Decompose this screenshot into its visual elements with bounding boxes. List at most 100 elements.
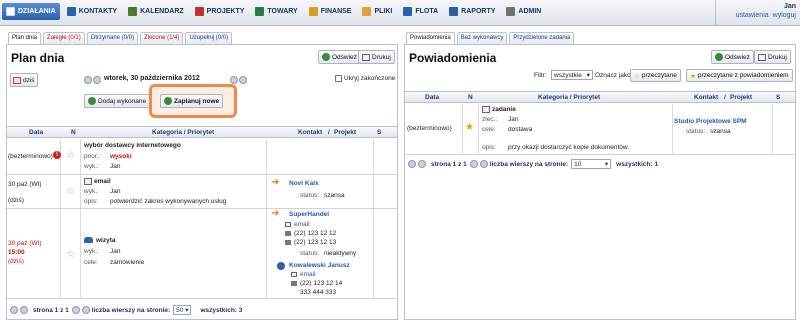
- mark-read-button[interactable]: ☆ przeczytane: [630, 69, 681, 82]
- main-menu: DZIAŁANIA KONTAKTY KALENDARZ PROJEKTY TO…: [2, 3, 548, 20]
- rows-per-page-select[interactable]: 50 ▾: [173, 305, 192, 315]
- status-label: status:: [300, 250, 320, 257]
- star-icon[interactable]: ☆: [66, 186, 75, 197]
- email-icon: [285, 222, 291, 227]
- nav-item-dzialania[interactable]: DZIAŁANIA: [2, 3, 60, 20]
- prev-icon[interactable]: [93, 76, 101, 84]
- col-contact[interactable]: Kontakt: [298, 129, 322, 136]
- last-page-icon[interactable]: [81, 306, 90, 314]
- col-date[interactable]: Data: [425, 94, 439, 101]
- calendar-today-icon: [13, 76, 21, 84]
- prev-page-icon[interactable]: [418, 160, 426, 168]
- next-day-icon[interactable]: [239, 76, 247, 84]
- col-project[interactable]: Projekt: [334, 129, 356, 136]
- col-divider: [772, 104, 773, 155]
- add-icon: [164, 97, 172, 105]
- nav-item-raporty[interactable]: RAPORTY: [445, 3, 499, 20]
- wyk-value: Jan: [110, 163, 121, 170]
- row-date-today: (dziś): [8, 197, 24, 204]
- rows-per-page-select[interactable]: 10 ▾: [571, 159, 612, 169]
- row-date: 30 paź (Wt): [8, 181, 42, 188]
- cele-value: zamówienie: [110, 259, 145, 266]
- star-icon[interactable]: ☆: [66, 249, 75, 260]
- prev-page-icon[interactable]: [20, 306, 28, 314]
- contact-link[interactable]: Novi Kalx: [289, 180, 319, 187]
- row-title[interactable]: email: [94, 178, 111, 185]
- nav-item-towary[interactable]: TOWARY: [251, 3, 301, 20]
- next-icon[interactable]: [230, 76, 238, 84]
- refresh-button[interactable]: Odśwież: [711, 50, 754, 64]
- filter-select[interactable]: wszystkie ▾: [551, 70, 593, 80]
- row-title[interactable]: wybór dostawcy internetowego: [84, 142, 181, 149]
- hide-closed-checkbox[interactable]: [335, 75, 342, 82]
- row-title[interactable]: wizyta: [96, 237, 116, 244]
- col-project[interactable]: Projekt: [730, 94, 752, 101]
- prior-value: wysoki: [110, 153, 132, 160]
- tab-zalegle[interactable]: Zaległe (0/1): [43, 32, 85, 44]
- row-date: 30 paź (Wt): [8, 240, 42, 247]
- next-page-icon[interactable]: [71, 306, 80, 314]
- settings-link[interactable]: ustawienia: [736, 12, 769, 19]
- finance-icon: [308, 7, 318, 16]
- plan-new-button[interactable]: Zaplanuj nowe: [160, 94, 224, 108]
- print-button[interactable]: Drukuj: [358, 50, 395, 64]
- last-page-icon[interactable]: [479, 160, 488, 168]
- car-icon: [84, 237, 93, 243]
- col-category[interactable]: Kategoria / Priorytet: [538, 94, 600, 101]
- left-table-header: Data N Kategoria / Priorytet Kontakt / P…: [7, 126, 397, 138]
- goods-icon: [255, 7, 265, 16]
- logout-link[interactable]: wyloguj: [773, 12, 796, 19]
- tab-plan-dnia[interactable]: Plan dnia: [8, 32, 42, 44]
- col-sep: /: [724, 94, 726, 101]
- col-divider: [478, 104, 479, 155]
- cele-label: cele:: [482, 126, 496, 133]
- rows-label: liczba wierszy na stronie:: [91, 306, 171, 314]
- right-table-header: Data N Kategoria / Priorytet Kontakt / P…: [405, 91, 795, 103]
- prev-day-icon[interactable]: [84, 76, 92, 84]
- add-done-button[interactable]: Dodaj wykonane: [84, 94, 151, 108]
- col-s[interactable]: S: [776, 94, 780, 101]
- col-n[interactable]: N: [468, 94, 473, 101]
- print-button[interactable]: Drukuj: [754, 50, 791, 64]
- right-pager: strona 1 z 1 liczba wierszy na stronie: …: [408, 157, 658, 171]
- email-link[interactable]: email: [300, 271, 316, 278]
- col-date[interactable]: Data: [29, 129, 43, 136]
- nav-item-projekty[interactable]: PROJEKTY: [191, 3, 249, 20]
- current-date: wtorek, 30 października 2012: [104, 75, 200, 82]
- nav-item-kalendarz[interactable]: KALENDARZ: [124, 3, 188, 20]
- first-page-icon[interactable]: [10, 306, 18, 314]
- person-link[interactable]: Kowalewski Janusz: [289, 262, 350, 269]
- tab-zlecone[interactable]: Zlecone (1/4): [140, 32, 184, 44]
- project-link[interactable]: Studio Projektowe SPM: [674, 118, 747, 125]
- tab-przydzielone-zadania[interactable]: Przydzielone zadania: [509, 32, 575, 44]
- phone-icon: [285, 240, 291, 245]
- actions-icon: [6, 7, 15, 16]
- refresh-button[interactable]: Odśwież: [318, 50, 361, 64]
- tab-otrzymane[interactable]: Otrzymane (0/0): [86, 32, 139, 44]
- today-button[interactable]: dziś: [10, 73, 38, 87]
- hide-closed-toggle[interactable]: Ukryj zakończone: [335, 75, 395, 82]
- nav-item-kontakty[interactable]: KONTAKTY: [63, 3, 121, 20]
- nav-item-pliki[interactable]: PLIKI: [358, 3, 396, 20]
- first-page-icon[interactable]: [408, 160, 416, 168]
- star-icon[interactable]: ☆: [66, 150, 75, 161]
- row-title[interactable]: zadanie: [492, 106, 516, 113]
- task-icon: [482, 106, 490, 113]
- col-contact[interactable]: Kontakt: [694, 94, 718, 101]
- col-s[interactable]: S: [377, 129, 381, 136]
- col-category[interactable]: Kategoria / Priorytet: [152, 129, 214, 136]
- tab-bez-wykonawcy[interactable]: Bez wykonawcy: [456, 32, 508, 44]
- col-n[interactable]: N: [71, 129, 76, 136]
- nav-item-admin[interactable]: ADMIN: [502, 3, 545, 20]
- contact-link[interactable]: SuperHandel: [289, 211, 329, 218]
- tab-uzupelnij[interactable]: Uzupełnij (0/0): [185, 32, 233, 44]
- mark-read-notify-button[interactable]: ★ przeczytane z powiadomieniem: [686, 69, 793, 82]
- nav-item-flota[interactable]: FLOTA: [399, 3, 442, 20]
- next-page-icon[interactable]: [469, 160, 478, 168]
- email-link[interactable]: email: [294, 221, 310, 228]
- star-outline-icon: ☆: [634, 72, 640, 80]
- star-icon[interactable]: ★: [465, 122, 474, 133]
- top-navigation-bar: DZIAŁANIA KONTAKTY KALENDARZ PROJEKTY TO…: [0, 0, 800, 26]
- nav-item-finanse[interactable]: FINANSE: [305, 3, 356, 20]
- tab-powiadomienia[interactable]: Powiadomienia: [406, 32, 455, 44]
